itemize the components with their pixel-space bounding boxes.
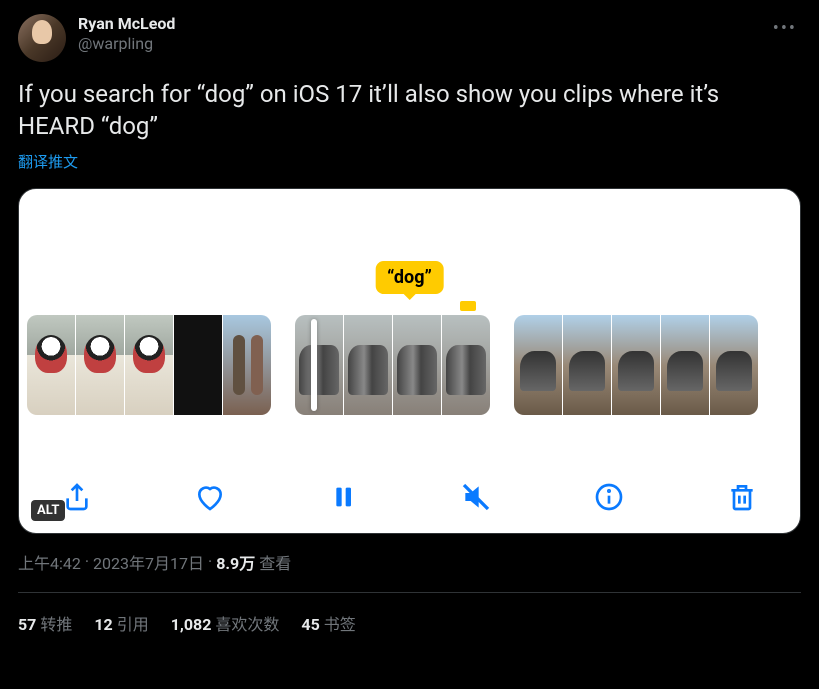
meta-date[interactable]: 2023年7月17日	[93, 550, 204, 574]
tweet-text: If you search for “dog” on iOS 17 it’ll …	[18, 78, 801, 143]
stat-label: 引用	[117, 615, 149, 634]
translate-link[interactable]: 翻译推文	[18, 151, 801, 172]
views-count: 8.9万	[216, 550, 255, 574]
timeline-frame	[295, 315, 343, 415]
tweet-stats: 57转推 12 引用 1,082喜欢次数 45 书签	[18, 593, 801, 635]
search-term-tooltip: “dog”	[375, 261, 444, 294]
timeline-frame	[344, 315, 392, 415]
stat-retweets[interactable]: 57转推	[18, 611, 72, 635]
more-icon[interactable]: •••	[769, 14, 801, 43]
timeline-frame	[442, 315, 490, 415]
display-name: Ryan McLeod	[78, 14, 175, 34]
timeline-frame	[563, 315, 611, 415]
tooltip-marker	[460, 301, 476, 311]
meta-dot: ·	[85, 552, 89, 571]
stat-likes[interactable]: 1,082喜欢次数	[171, 611, 280, 635]
media-card[interactable]: “dog”	[18, 188, 801, 534]
alt-badge[interactable]: ALT	[31, 500, 65, 521]
timeline-frame	[612, 315, 660, 415]
mute-icon[interactable]	[460, 481, 492, 513]
author-names[interactable]: Ryan McLeod @warpling	[78, 14, 175, 54]
tweet-header: Ryan McLeod @warpling •••	[18, 14, 801, 62]
stat-count: 12	[94, 615, 112, 634]
timeline-frame	[223, 315, 271, 415]
playhead[interactable]	[311, 319, 317, 411]
pause-icon[interactable]	[327, 481, 359, 513]
tweet-container: Ryan McLeod @warpling ••• If you search …	[0, 0, 819, 635]
stat-label: 转推	[40, 615, 72, 634]
stat-count: 45	[301, 615, 319, 634]
timeline-frame	[514, 315, 562, 415]
stat-quotes[interactable]: 12 引用	[94, 611, 148, 635]
clip-group[interactable]	[27, 315, 271, 415]
heart-icon[interactable]	[194, 481, 226, 513]
clip-group[interactable]	[514, 315, 758, 415]
stat-label: 喜欢次数	[215, 615, 279, 634]
video-timeline[interactable]	[19, 315, 800, 415]
tweet-meta: 上午4:42 · 2023年7月17日 · 8.9万 查看	[18, 550, 801, 574]
share-icon[interactable]	[61, 481, 93, 513]
handle: @warpling	[78, 34, 175, 54]
meta-dot: ·	[208, 552, 212, 571]
timeline-frame	[174, 315, 222, 415]
timeline-frame	[710, 315, 758, 415]
meta-time[interactable]: 上午4:42	[18, 550, 81, 574]
stat-count: 57	[18, 615, 36, 634]
timeline-frame	[661, 315, 709, 415]
views-label: 查看	[259, 550, 291, 574]
clip-group[interactable]	[295, 315, 490, 415]
stat-label: 书签	[324, 615, 356, 634]
trash-icon[interactable]	[726, 481, 758, 513]
timeline-frame	[125, 315, 173, 415]
avatar[interactable]	[18, 14, 66, 62]
timeline-frame	[76, 315, 124, 415]
timeline-frame	[393, 315, 441, 415]
timeline-frame	[27, 315, 75, 415]
info-icon[interactable]	[593, 481, 625, 513]
media-toolbar	[19, 481, 800, 513]
stat-bookmarks[interactable]: 45 书签	[301, 611, 355, 635]
stat-count: 1,082	[171, 615, 212, 634]
